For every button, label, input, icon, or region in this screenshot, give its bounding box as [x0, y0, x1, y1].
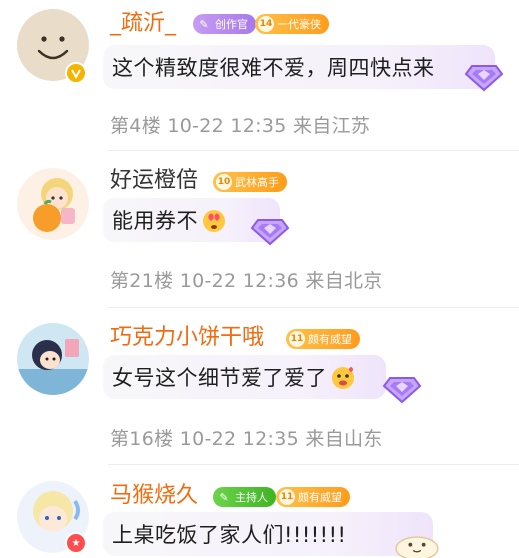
- diamond-gem-icon: [464, 65, 504, 92]
- divider: [108, 150, 519, 151]
- diamond-gem-icon: [382, 377, 422, 404]
- badge-label: 颇有威望: [308, 333, 352, 346]
- moderator-badge-icon: ★: [65, 532, 87, 554]
- level-badge[interactable]: 11 颇有威望: [286, 329, 360, 349]
- badge-label: 颇有威望: [298, 491, 342, 504]
- comment-meta: 第16楼 10-22 12:35 来自山东: [110, 424, 383, 451]
- avatar[interactable]: [17, 168, 89, 240]
- badge-label: 主持人: [235, 491, 268, 504]
- creator-badge[interactable]: ✎ 创作官: [193, 14, 256, 34]
- badge-label: 一代豪侠: [277, 18, 321, 31]
- cartoon-sticker-icon: [395, 536, 439, 558]
- drooling-emoji-icon: [332, 367, 354, 389]
- heart-eyes-emoji-icon: [203, 210, 225, 232]
- comment-bubble[interactable]: 上桌吃饭了家人们!!!!!!!: [103, 512, 433, 556]
- level-number: 11: [279, 489, 295, 505]
- post-location: 来自山东: [305, 428, 383, 450]
- comment-bubble[interactable]: 女号这个细节爱了爱了: [103, 355, 386, 399]
- post-time: 10-22 12:35: [167, 115, 287, 137]
- comment-text: 女号这个细节爱了爱了: [112, 366, 327, 390]
- divider: [108, 307, 519, 308]
- moderator-icon: ✎: [219, 490, 229, 504]
- username[interactable]: 好运橙倍: [110, 166, 198, 196]
- comment-meta: 第4楼 10-22 12:35 来自江苏: [110, 111, 370, 138]
- floor-number: 第21楼: [110, 270, 174, 292]
- level-badge[interactable]: 11 颇有威望: [276, 487, 350, 507]
- level-number: 14: [258, 16, 274, 32]
- username[interactable]: _疏沂_: [110, 9, 176, 39]
- comment-meta: 第21楼 10-22 12:36 来自北京: [110, 266, 383, 293]
- divider: [108, 464, 519, 465]
- creator-icon: ✎: [199, 17, 209, 31]
- comment-text: 能用券不: [112, 209, 198, 233]
- floor-number: 第4楼: [110, 115, 161, 137]
- post-location: 来自北京: [305, 270, 383, 292]
- verified-icon: [65, 62, 87, 84]
- comment-text: 这个精致度很难不爱，周四快点来: [112, 56, 435, 80]
- comment-text: 上桌吃饭了家人们!!!!!!!: [112, 523, 347, 547]
- badge-label: 创作官: [215, 18, 248, 31]
- level-badge[interactable]: 10 武林高手: [213, 172, 287, 192]
- post-time: 10-22 12:35: [179, 428, 300, 450]
- username[interactable]: 巧克力小饼干哦: [110, 323, 264, 353]
- post-location: 来自江苏: [293, 115, 371, 137]
- level-badge[interactable]: 14 一代豪侠: [255, 14, 329, 34]
- moderator-badge[interactable]: ✎ 主持人: [213, 487, 276, 507]
- floor-number: 第16楼: [110, 428, 174, 450]
- badge-label: 武林高手: [235, 176, 279, 189]
- level-number: 11: [289, 331, 305, 347]
- username[interactable]: 马猴烧久: [110, 481, 198, 511]
- comment-bubble[interactable]: 这个精致度很难不爱，周四快点来: [103, 45, 495, 89]
- diamond-gem-icon: [250, 219, 290, 246]
- level-number: 10: [216, 174, 232, 190]
- post-time: 10-22 12:36: [179, 270, 300, 292]
- avatar[interactable]: [17, 323, 89, 395]
